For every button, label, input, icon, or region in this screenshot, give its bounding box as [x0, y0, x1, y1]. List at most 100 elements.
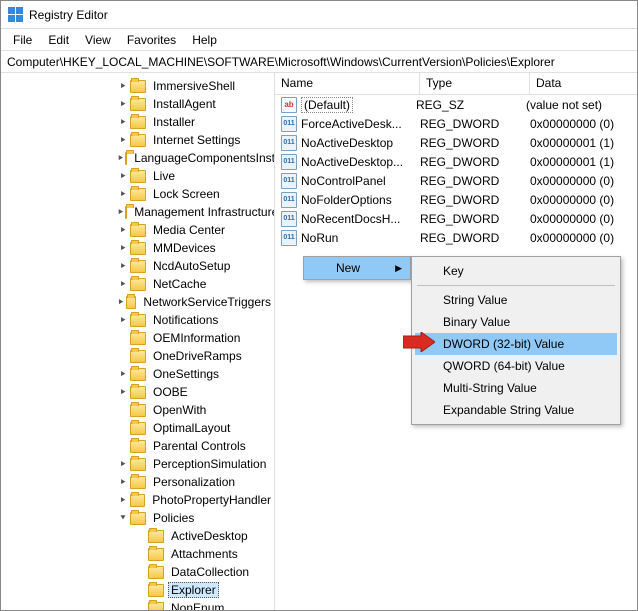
tree-item-label: PerceptionSimulation — [150, 456, 269, 472]
expand-icon[interactable]: ⯈ — [117, 278, 129, 290]
tree-item[interactable]: Parental Controls — [1, 437, 274, 455]
col-header-name[interactable]: Name — [275, 73, 420, 94]
folder-icon — [130, 476, 146, 489]
tree-item[interactable]: ⯈Media Center — [1, 221, 274, 239]
tree-item[interactable]: ⯈Personalization — [1, 473, 274, 491]
dword-value-icon: 011 — [281, 230, 297, 246]
expand-icon[interactable]: ⯈ — [117, 296, 125, 308]
tree-item[interactable]: OptimalLayout — [1, 419, 274, 437]
expand-icon[interactable]: ⯈ — [117, 188, 129, 200]
menu-favorites[interactable]: Favorites — [119, 31, 184, 49]
tree-item[interactable]: ⯈ OOBE — [1, 383, 274, 401]
context-item-new[interactable]: New ▶ — [304, 257, 410, 279]
expand-icon[interactable]: ⯈ — [117, 242, 129, 254]
tree-item[interactable]: Attachments — [1, 545, 274, 563]
tree-item[interactable]: ⯈Notifications — [1, 311, 274, 329]
expand-icon[interactable]: ⯈ — [117, 80, 129, 92]
value-row[interactable]: 011NoControlPanelREG_DWORD0x00000000 (0) — [275, 171, 637, 190]
expand-icon[interactable]: ⯈ — [117, 116, 129, 128]
tree-item[interactable]: ⯆Policies — [1, 509, 274, 527]
value-data: 0x00000000 (0) — [530, 193, 637, 207]
context-item[interactable]: DWORD (32-bit) Value — [415, 333, 617, 355]
folder-icon — [148, 566, 164, 579]
folder-icon — [130, 134, 146, 147]
value-name: ForceActiveDesk... — [301, 117, 420, 131]
tree-item[interactable]: ⯈NcdAutoSetup — [1, 257, 274, 275]
expand-icon[interactable]: ⯈ — [117, 134, 129, 146]
context-item[interactable]: Multi-String Value — [415, 377, 617, 399]
expand-icon[interactable]: ⯈ — [117, 458, 129, 470]
tree-item[interactable]: OEMInformation — [1, 329, 274, 347]
expand-icon[interactable]: ⯈ — [117, 224, 129, 236]
tree-item-label: OptimalLayout — [150, 420, 233, 436]
folder-icon — [148, 548, 164, 561]
value-row[interactable]: 011NoRunREG_DWORD0x00000000 (0) — [275, 228, 637, 247]
tree-item[interactable]: DataCollection — [1, 563, 274, 581]
folder-icon — [130, 116, 146, 129]
value-type: REG_SZ — [416, 98, 526, 112]
expand-icon[interactable]: ⯈ — [117, 206, 124, 218]
tree-item[interactable]: ⯈ Internet Settings — [1, 131, 274, 149]
tree-item[interactable]: NonEnum — [1, 599, 274, 610]
value-row[interactable]: 011ForceActiveDesk...REG_DWORD0x00000000… — [275, 114, 637, 133]
folder-icon — [130, 368, 146, 381]
expand-icon[interactable]: ⯈ — [117, 368, 129, 380]
tree-item[interactable]: ⯈PhotoPropertyHandler — [1, 491, 274, 509]
expand-icon[interactable]: ⯈ — [117, 314, 129, 326]
folder-icon — [130, 332, 146, 345]
value-name: NoRecentDocsH... — [301, 212, 420, 226]
expand-icon[interactable]: ⯈ — [117, 170, 129, 182]
context-item[interactable]: Binary Value — [415, 311, 617, 333]
expand-icon[interactable]: ⯈ — [117, 476, 129, 488]
tree-item[interactable]: ⯈Lock Screen — [1, 185, 274, 203]
value-row[interactable]: 011NoFolderOptionsREG_DWORD0x00000000 (0… — [275, 190, 637, 209]
value-row[interactable]: 011NoActiveDesktopREG_DWORD0x00000001 (1… — [275, 133, 637, 152]
value-type: REG_DWORD — [420, 155, 530, 169]
menu-view[interactable]: View — [77, 31, 119, 49]
titlebar[interactable]: Registry Editor — [1, 1, 637, 29]
tree-item-label: Explorer — [168, 582, 219, 598]
tree-item[interactable]: ⯈Management Infrastructure — [1, 203, 274, 221]
tree-item[interactable]: ⯈Installer — [1, 113, 274, 131]
menu-edit[interactable]: Edit — [40, 31, 77, 49]
tree-item[interactable]: OpenWith — [1, 401, 274, 419]
tree-pane[interactable]: ⯈ImmersiveShell⯈InstallAgent⯈Installer⯈I… — [1, 73, 275, 610]
menu-file[interactable]: File — [5, 31, 40, 49]
expand-icon[interactable]: ⯈ — [117, 494, 129, 506]
tree-item[interactable]: ⯈Live — [1, 167, 274, 185]
context-item[interactable]: String Value — [415, 289, 617, 311]
value-row[interactable]: ab(Default)REG_SZ(value not set) — [275, 95, 637, 114]
tree-item-label: Parental Controls — [150, 438, 249, 454]
col-header-data[interactable]: Data — [530, 73, 637, 94]
tree-item[interactable]: ⯈ PerceptionSimulation — [1, 455, 274, 473]
value-row[interactable]: 011NoActiveDesktop...REG_DWORD0x00000001… — [275, 152, 637, 171]
collapse-icon[interactable]: ⯆ — [117, 512, 129, 524]
tree-item[interactable]: OneDriveRamps — [1, 347, 274, 365]
tree-item-label: Internet Settings — [150, 132, 243, 148]
tree-item[interactable]: ⯈ InstallAgent — [1, 95, 274, 113]
context-submenu-new[interactable]: Key String ValueBinary ValueDWORD (32-bit… — [411, 256, 621, 425]
expand-icon[interactable]: ⯈ — [117, 98, 129, 110]
tree-item[interactable]: ⯈NetCache — [1, 275, 274, 293]
tree-item[interactable]: ⯈LanguageComponentsInstaller — [1, 149, 274, 167]
tree-item[interactable]: ⯈OneSettings — [1, 365, 274, 383]
folder-icon — [130, 350, 146, 363]
tree-item[interactable]: ⯈ImmersiveShell — [1, 77, 274, 95]
context-item[interactable]: Key — [415, 260, 617, 282]
expand-icon[interactable]: ⯈ — [117, 386, 129, 398]
tree-item[interactable]: ⯈MMDevices — [1, 239, 274, 257]
context-item[interactable]: QWORD (64-bit) Value — [415, 355, 617, 377]
col-header-type[interactable]: Type — [420, 73, 530, 94]
menu-help[interactable]: Help — [184, 31, 225, 49]
tree-item-label: InstallAgent — [150, 96, 219, 112]
address-bar[interactable]: Computer\HKEY_LOCAL_MACHINE\SOFTWARE\Mic… — [1, 51, 637, 73]
tree-item[interactable]: Explorer — [1, 581, 274, 599]
context-item[interactable]: Expandable String Value — [415, 399, 617, 421]
value-row[interactable]: 011NoRecentDocsH...REG_DWORD0x00000000 (… — [275, 209, 637, 228]
expand-icon[interactable]: ⯈ — [117, 260, 129, 272]
tree-item-label: OOBE — [150, 384, 191, 400]
tree-item[interactable]: ⯈NetworkServiceTriggers — [1, 293, 274, 311]
expand-icon[interactable]: ⯈ — [117, 152, 124, 164]
context-menu-parent[interactable]: New ▶ — [303, 256, 411, 280]
tree-item[interactable]: ActiveDesktop — [1, 527, 274, 545]
